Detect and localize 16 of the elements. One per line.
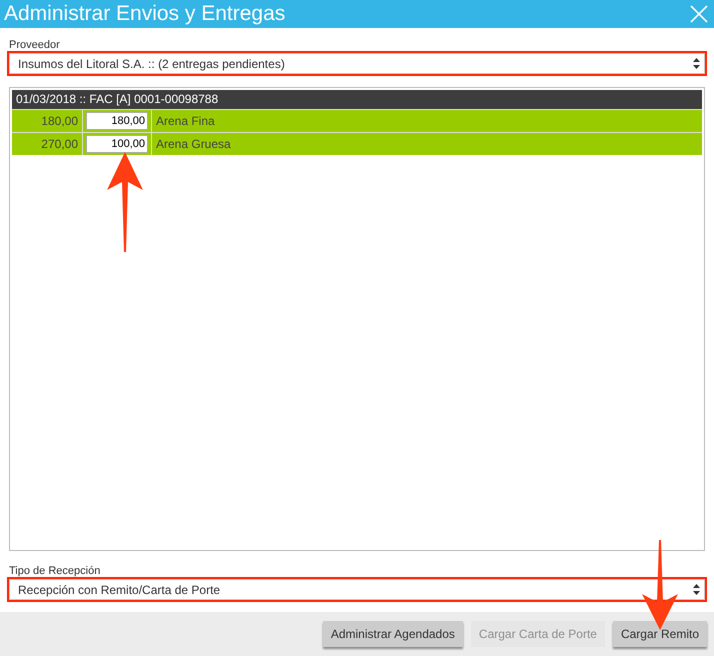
updown-icon [693, 58, 700, 69]
table-cell-text: Arena Fina [155, 113, 215, 130]
field-label: Tipo de Recepción [9, 565, 102, 578]
close-icon[interactable] [690, 5, 708, 23]
reception-select[interactable]: Recepción con Remito/Carta de Porte [9, 579, 705, 600]
action-button[interactable]: Cargar Remito [612, 621, 707, 647]
table-cell-text: Arena Gruesa [155, 136, 231, 153]
quantity-input[interactable]: 100,00 [86, 135, 148, 153]
invoice-header: 01/03/2018 :: FAC [A] 0001-00098788 [12, 90, 702, 109]
quantity-input[interactable]: 180,00 [86, 112, 148, 130]
action-button[interactable]: Administrar Agendados [322, 621, 463, 647]
field-label: Proveedor [9, 39, 61, 52]
updown-icon [693, 584, 700, 595]
provider-select[interactable]: Insumos del Litoral S.A. :: (2 entregas pendientes) [9, 53, 705, 74]
window-title: Administrar Envios y Entregas [4, 2, 286, 26]
table-cell: 270,00 [12, 133, 83, 155]
